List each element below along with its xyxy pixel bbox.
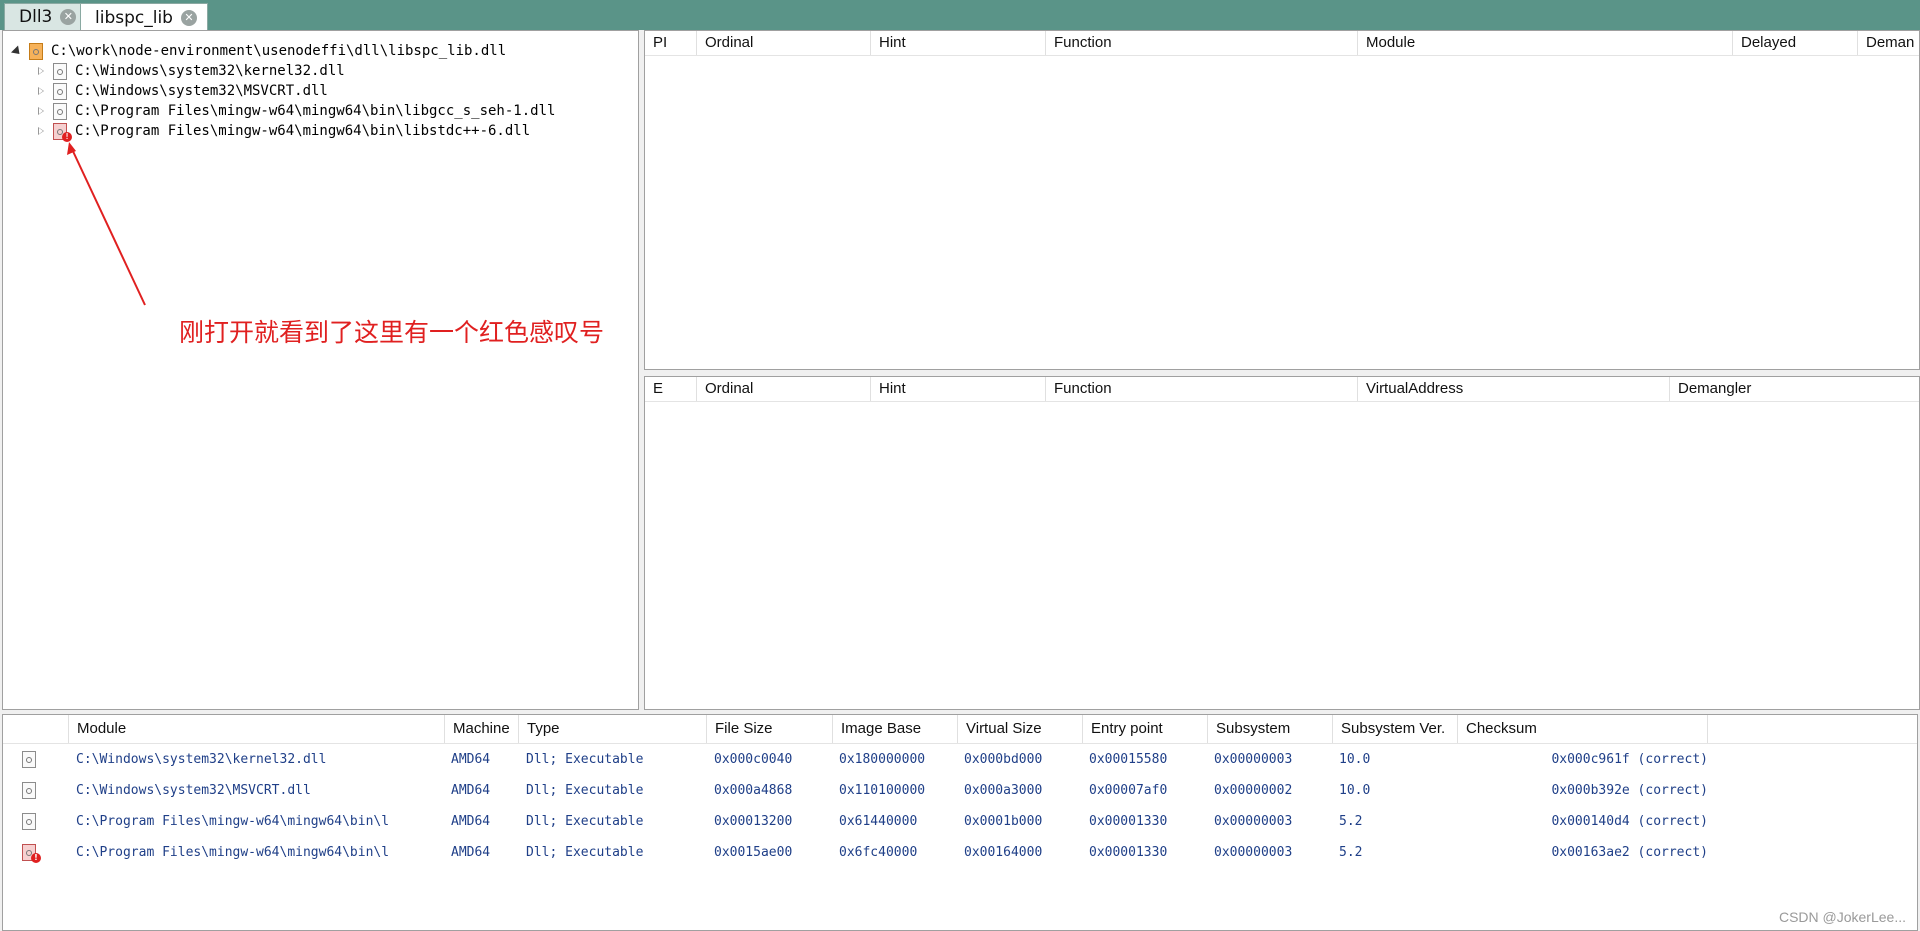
module-tree-panel[interactable]: C:\work\node-environment\usenodeffi\dll\… (2, 30, 639, 710)
cell-checksum: 0x000140d4 (correct) (1551, 814, 1708, 829)
cell-file-size: 0x0015ae00 (714, 845, 793, 860)
cell-subsystem-ver: 10.0 (1339, 783, 1371, 798)
cell-module: C:\Program Files\mingw-w64\mingw64\bin\l (76, 845, 390, 860)
column-header-hint[interactable]: Hint (871, 31, 1046, 55)
cell-file-size: 0x000c0040 (714, 752, 793, 767)
column-header-image-base[interactable]: Image Base (833, 715, 958, 743)
column-header-demangler[interactable]: Demangler (1670, 377, 1919, 401)
column-header-virtualaddress[interactable]: VirtualAddress (1358, 377, 1670, 401)
column-header-hint[interactable]: Hint (871, 377, 1046, 401)
cell-image-base: 0x6fc40000 (839, 845, 918, 860)
column-header-virtual-size[interactable]: Virtual Size (958, 715, 1083, 743)
column-header-icon (3, 715, 69, 743)
column-header-entry-point[interactable]: Entry point (1083, 715, 1208, 743)
dll-error-icon: ! (22, 844, 41, 863)
column-header-function[interactable]: Function (1046, 377, 1358, 401)
column-header-delayed[interactable]: Delayed (1733, 31, 1858, 55)
cell-virtual-size: 0x000a3000 (964, 783, 1043, 798)
cell-machine: AMD64 (451, 814, 491, 829)
cell-entry-point: 0x00001330 (1089, 814, 1168, 829)
cell-type: Dll; Executable (526, 752, 644, 767)
cell-subsystem: 0x00000003 (1214, 752, 1293, 767)
cell-image-base: 0x180000000 (839, 752, 926, 767)
cell-type: Dll; Executable (526, 814, 644, 829)
dll-file-icon (22, 813, 36, 830)
exports-header: E Ordinal Hint Function VirtualAddress D… (645, 377, 1919, 402)
column-header-pi[interactable]: PI (645, 31, 697, 55)
cell-machine: AMD64 (451, 752, 491, 767)
cell-machine: AMD64 (451, 783, 491, 798)
cell-subsystem: 0x00000002 (1214, 783, 1293, 798)
exports-panel[interactable]: E Ordinal Hint Function VirtualAddress D… (644, 376, 1920, 710)
modules-header: Module Machine Type File Size Image Base… (3, 715, 1917, 744)
column-header-function[interactable]: Function (1046, 31, 1358, 55)
imports-header: PI Ordinal Hint Function Module Delayed … (645, 31, 1919, 56)
dll-file-icon (22, 751, 36, 768)
column-header-machine[interactable]: Machine (445, 715, 519, 743)
column-header-demangler[interactable]: Deman (1858, 31, 1919, 55)
modules-panel[interactable]: Module Machine Type File Size Image Base… (2, 714, 1918, 931)
cell-checksum: 0x000b392e (correct) (1551, 783, 1708, 798)
cell-entry-point: 0x00001330 (1089, 845, 1168, 860)
cell-checksum: 0x000c961f (correct) (1551, 752, 1708, 767)
cell-machine: AMD64 (451, 845, 491, 860)
cell-virtual-size: 0x00164000 (964, 845, 1043, 860)
cell-type: Dll; Executable (526, 783, 644, 798)
close-icon[interactable]: ✕ (180, 9, 197, 26)
cell-virtual-size: 0x000bd000 (964, 752, 1043, 767)
annotation-text: 刚打开就看到了这里有一个红色感叹号 (179, 318, 605, 347)
column-header-ordinal[interactable]: Ordinal (697, 377, 871, 401)
imports-panel[interactable]: PI Ordinal Hint Function Module Delayed … (644, 30, 1920, 370)
cell-subsystem-ver: 10.0 (1339, 752, 1371, 767)
column-header-type[interactable]: Type (519, 715, 707, 743)
tab-label: libspc_lib (95, 7, 173, 28)
cell-module: C:\Windows\system32\kernel32.dll (76, 752, 327, 767)
cell-subsystem: 0x00000003 (1214, 814, 1293, 829)
column-header-ordinal[interactable]: Ordinal (697, 31, 871, 55)
column-header-file-size[interactable]: File Size (707, 715, 833, 743)
dll-file-icon (22, 782, 36, 799)
table-row[interactable]: C:\Windows\system32\kernel32.dll AMD64 Dll… (3, 744, 1917, 775)
column-header-module[interactable]: Module (1358, 31, 1733, 55)
tab-bar: Dll3 ✕ libspc_lib ✕ (0, 0, 1920, 31)
table-row[interactable]: C:\Program Files\mingw-w64\mingw64\bin\l… (3, 806, 1917, 837)
column-header-subsystem-ver[interactable]: Subsystem Ver. (1333, 715, 1458, 743)
column-header-subsystem[interactable]: Subsystem (1208, 715, 1333, 743)
annotation-arrow (67, 142, 146, 306)
close-icon[interactable]: ✕ (60, 9, 77, 25)
tab-libspc-lib[interactable]: libspc_lib ✕ (80, 3, 208, 31)
cell-entry-point: 0x00015580 (1089, 752, 1168, 767)
cell-virtual-size: 0x0001b000 (964, 814, 1043, 829)
cell-checksum: 0x00163ae2 (correct) (1551, 845, 1708, 860)
tab-label: Dll3 (19, 7, 53, 27)
cell-type: Dll; Executable (526, 845, 644, 860)
cell-module: C:\Program Files\mingw-w64\mingw64\bin\l (76, 814, 390, 829)
column-header-checksum[interactable]: Checksum (1458, 715, 1708, 743)
cell-file-size: 0x00013200 (714, 814, 793, 829)
cell-image-base: 0x61440000 (839, 814, 918, 829)
cell-subsystem: 0x00000003 (1214, 845, 1293, 860)
column-header-module[interactable]: Module (69, 715, 445, 743)
table-row[interactable]: ! C:\Program Files\mingw-w64\mingw64\bin\… (3, 837, 1917, 868)
cell-entry-point: 0x00007af0 (1089, 783, 1168, 798)
cell-subsystem-ver: 5.2 (1339, 845, 1363, 860)
tab-dll3[interactable]: Dll3 ✕ (4, 3, 88, 30)
table-row[interactable]: C:\Windows\system32\MSVCRT.dll AMD64 Dll; … (3, 775, 1917, 806)
cell-file-size: 0x000a4868 (714, 783, 793, 798)
column-header-e[interactable]: E (645, 377, 697, 401)
cell-subsystem-ver: 5.2 (1339, 814, 1363, 829)
cell-image-base: 0x110100000 (839, 783, 926, 798)
watermark: CSDN @JokerLee... (1778, 909, 1906, 925)
cell-module: C:\Windows\system32\MSVCRT.dll (76, 783, 311, 798)
